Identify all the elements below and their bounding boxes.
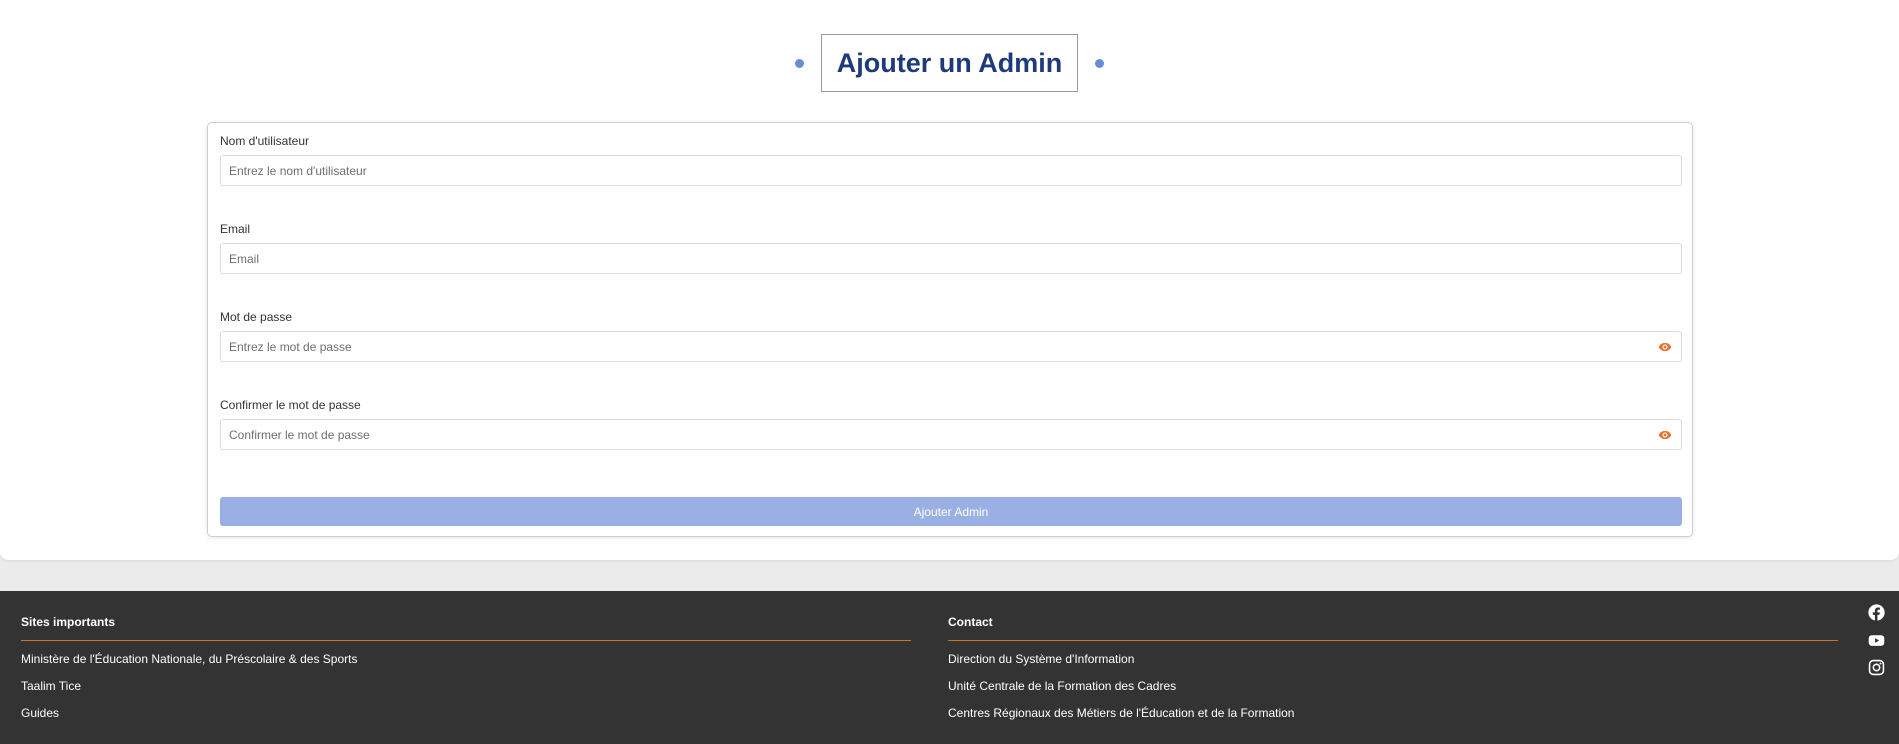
eye-icon[interactable] — [1658, 428, 1672, 442]
footer-link: Unité Centrale de la Formation des Cadre… — [948, 678, 1838, 694]
page-title-wrap: Ajouter un Admin — [0, 34, 1899, 92]
eye-icon[interactable] — [1658, 340, 1672, 354]
email-label: Email — [220, 222, 251, 236]
confirm-password-group: Confirmer le mot de passe — [220, 397, 1682, 450]
username-label: Nom d'utilisateur — [220, 134, 309, 148]
footer-contact-section: Contact Direction du Système d'Informati… — [948, 614, 1838, 721]
footer-link: Guides — [21, 705, 911, 721]
link-crmef[interactable]: Centres Régionaux des Métiers de l'Éduca… — [948, 706, 1294, 720]
page-title-box: Ajouter un Admin — [820, 34, 1079, 92]
footer-sites-section: Sites importants Ministère de l'Éducatio… — [21, 614, 911, 721]
password-group: Mot de passe — [220, 309, 1682, 362]
add-admin-button[interactable]: Ajouter Admin — [220, 497, 1682, 526]
decor-dot-right — [1095, 58, 1105, 68]
footer-link: Direction du Système d'Information — [948, 651, 1838, 667]
confirm-password-input-box — [220, 419, 1682, 450]
link-guides[interactable]: Guides — [21, 706, 59, 720]
link-taalim-tice[interactable]: Taalim Tice — [21, 679, 81, 693]
email-input-box — [220, 243, 1682, 274]
link-dsi[interactable]: Direction du Système d'Information — [948, 652, 1134, 666]
footer-sites-heading: Sites importants — [21, 615, 116, 629]
footer-link: Taalim Tice — [21, 678, 911, 694]
password-label: Mot de passe — [220, 310, 293, 324]
footer-link: Centres Régionaux des Métiers de l'Éduca… — [948, 705, 1838, 721]
youtube-icon[interactable] — [1868, 632, 1885, 649]
main-content: Ajouter un Admin Nom d'utilisateur Email… — [0, 0, 1899, 560]
link-ministere[interactable]: Ministère de l'Éducation Nationale, du P… — [21, 652, 357, 666]
username-group: Nom d'utilisateur — [220, 133, 1682, 186]
username-input-box — [220, 155, 1682, 186]
email-input[interactable] — [221, 244, 1637, 273]
password-input-box — [220, 331, 1682, 362]
password-input[interactable] — [221, 332, 1637, 361]
confirm-password-label: Confirmer le mot de passe — [220, 398, 361, 412]
username-input[interactable] — [221, 156, 1637, 185]
link-ucfc[interactable]: Unité Centrale de la Formation des Cadre… — [948, 679, 1176, 693]
footer-sites-divider — [21, 640, 911, 641]
footer-link: Ministère de l'Éducation Nationale, du P… — [21, 651, 911, 667]
page-title: Ajouter un Admin — [836, 47, 1063, 78]
footer-contact-divider — [948, 640, 1838, 641]
facebook-icon[interactable] — [1868, 604, 1885, 621]
footer-contact-heading: Contact — [948, 615, 993, 629]
email-group: Email — [220, 221, 1682, 274]
confirm-password-input[interactable] — [221, 420, 1637, 449]
add-admin-form: Nom d'utilisateur Email Mot de passe — [207, 122, 1693, 537]
site-footer: Sites importants Ministère de l'Éducatio… — [0, 591, 1899, 744]
instagram-icon[interactable] — [1868, 659, 1885, 676]
decor-dot-left — [794, 58, 804, 68]
